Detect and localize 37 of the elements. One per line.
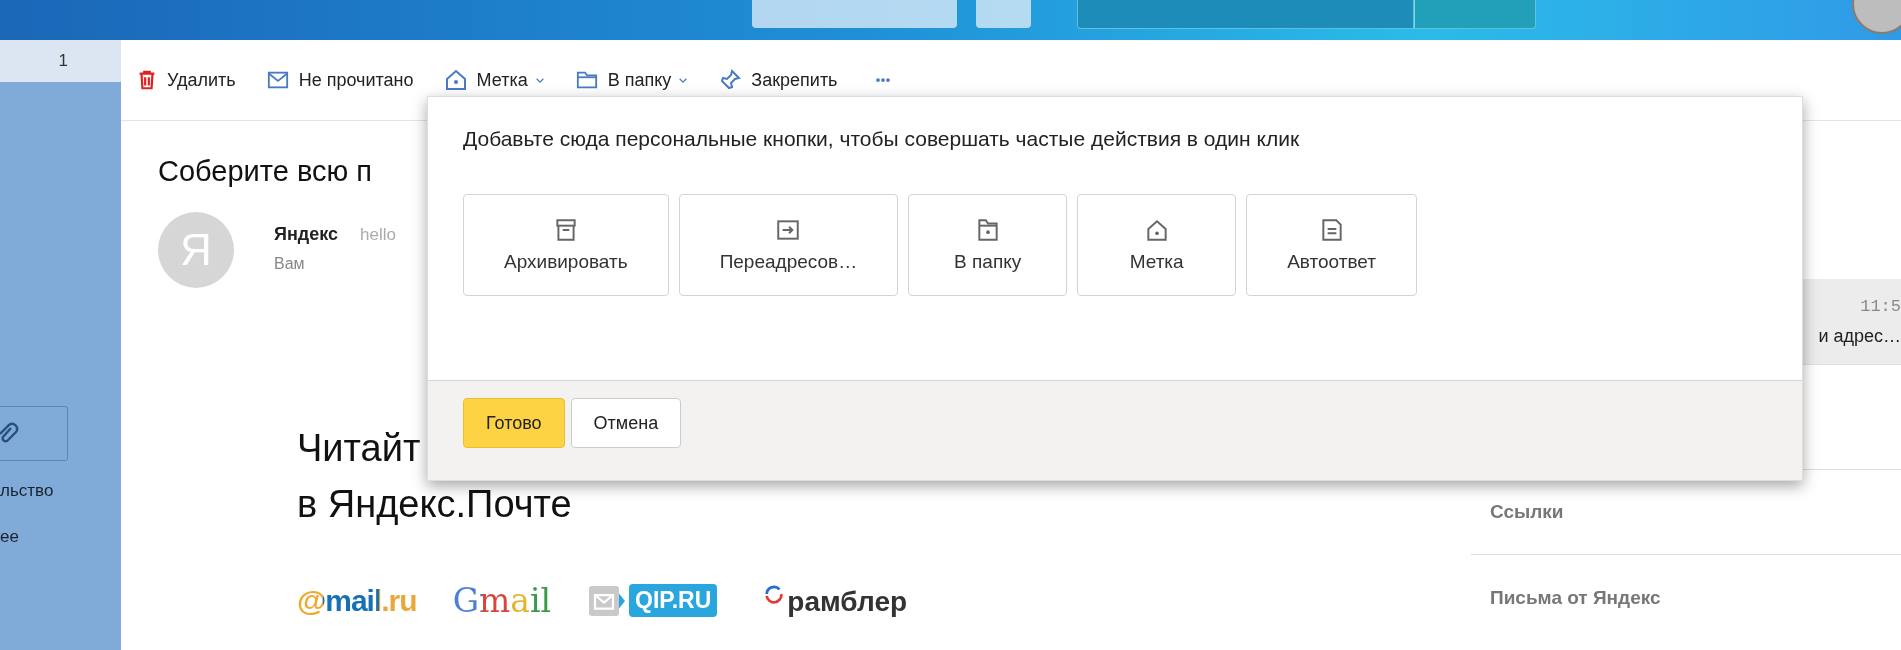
sidebar-link[interactable]: ее [0, 527, 121, 547]
rambler-mark-icon [763, 582, 786, 605]
folder-icon [574, 69, 599, 91]
sender-email: hello [360, 225, 396, 245]
attach-button[interactable] [0, 406, 68, 461]
house-icon [443, 68, 468, 92]
folder-counter: 1 [58, 51, 68, 71]
message-snippet: и адрес… [1818, 325, 1901, 347]
toolbar-button[interactable]: Не прочитано [265, 69, 414, 91]
header-field[interactable] [752, 0, 957, 28]
sidebar-link[interactable]: льство [0, 481, 121, 501]
search-button[interactable] [1414, 0, 1536, 29]
recipient: Вам [274, 255, 306, 273]
promo-headline: Читайт [297, 426, 421, 471]
toolbar-button[interactable]: Метка [443, 68, 545, 92]
header-button[interactable] [976, 0, 1031, 28]
section-heading[interactable]: Письма от Яндекс [1471, 555, 1901, 640]
promo-headline: в Яндекс.Почте [297, 482, 572, 527]
message-time: 11:5 [1860, 296, 1901, 316]
sender-name: Яндекс [274, 224, 339, 245]
toolbar-button[interactable]: Удалить [136, 68, 236, 92]
search-field[interactable] [1077, 0, 1414, 29]
toolbar-button[interactable]: Закрепить [718, 68, 838, 92]
action-option[interactable]: Архивировать [463, 194, 669, 296]
forward-icon [775, 217, 802, 243]
cancel-button[interactable]: Отмена [570, 398, 682, 448]
action-option[interactable]: Автоответ [1246, 194, 1417, 296]
done-button[interactable]: Готово [463, 398, 565, 448]
action-option[interactable]: Метка [1077, 194, 1237, 296]
envelope-icon [265, 69, 290, 91]
action-option[interactable]: В папку [908, 194, 1068, 296]
message-subject: Соберите всю п [158, 154, 374, 188]
mail-service-logo[interactable]: рамблер [787, 569, 908, 618]
pin-icon [718, 68, 743, 92]
toolbar-button[interactable]: В папку [574, 69, 689, 91]
dialog-prompt: Добавьте сюда персональные кнопки, чтобы совершать частые действия в один клик [463, 127, 1301, 151]
action-option[interactable]: Переадресов… [678, 194, 899, 296]
